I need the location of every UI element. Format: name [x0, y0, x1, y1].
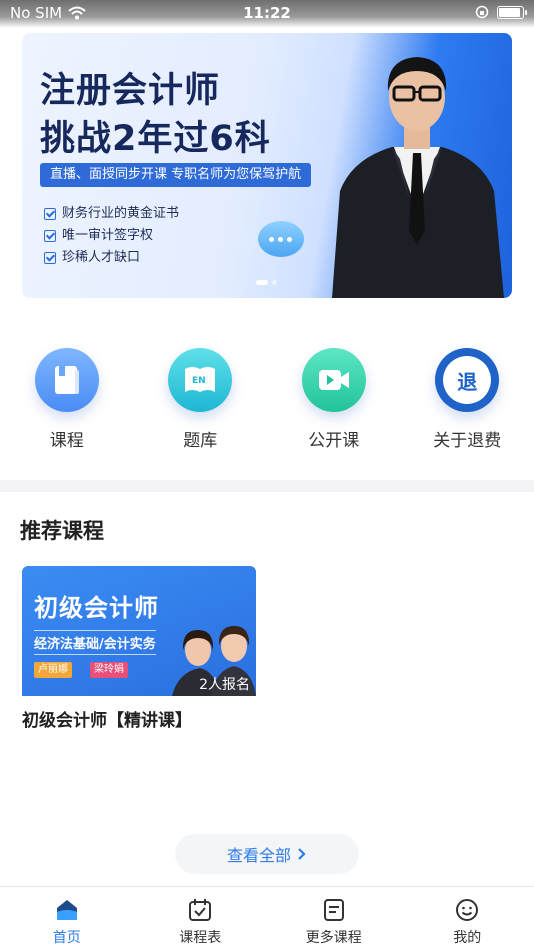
quick-nav-label: 关于退费 [433, 431, 502, 451]
course-thumbnail[interactable]: 初级会计师 经济法基础/会计实务 卢丽娜 梁玲娟 2人报名 [22, 566, 256, 696]
course-card[interactable]: 初级会计师 经济法基础/会计实务 卢丽娜 梁玲娟 2人报名 初级会计师【精讲课】 [22, 566, 256, 731]
tab-label: 首页 [52, 930, 81, 946]
banner-feature: 财务行业的黄金证书 [44, 203, 179, 225]
quick-nav-label: 题库 [183, 431, 218, 451]
svg-text:EN: EN [192, 376, 206, 386]
orientation-lock-icon [475, 5, 489, 19]
carousel-dots[interactable] [256, 280, 277, 285]
banner-features: 财务行业的黄金证书 唯一审计签字权 珍稀人才缺口 [44, 203, 179, 269]
tab-profile[interactable]: 我的 [401, 887, 534, 950]
battery-icon [497, 5, 527, 19]
tab-more-courses[interactable]: 更多课程 [267, 887, 401, 950]
checkbox-icon [44, 208, 56, 220]
teacher-tag: 卢丽娜 [34, 662, 72, 678]
banner-subtitle: 直播、面授同步开课 专职名师为您保驾护航 [40, 163, 312, 187]
tab-schedule[interactable]: 课程表 [134, 887, 268, 950]
refund-icon: 退 [435, 348, 500, 412]
clock: 11:22 [243, 4, 291, 22]
course-name[interactable]: 初级会计师【精讲课】 [22, 706, 256, 731]
banner-feature: 唯一审计签字权 [44, 225, 179, 247]
thumb-title: 初级会计师 [34, 594, 159, 622]
presenter-image [332, 57, 504, 298]
promo-banner[interactable]: 注册会计师 挑战2年过6科 直播、面授同步开课 专职名师为您保驾护航 财务行业的… [22, 33, 512, 298]
banner-title-line1: 注册会计师 [40, 71, 221, 111]
quick-nav-refund[interactable]: 退 关于退费 [401, 348, 534, 458]
quick-nav-open-class[interactable]: 公开课 [267, 348, 401, 458]
status-right [475, 5, 527, 19]
status-bar: No SIM 11:22 [0, 0, 534, 28]
quick-nav-courses[interactable]: 课程 [0, 348, 134, 458]
enrollment-count: 2人报名 [199, 677, 250, 693]
checkbox-icon [44, 230, 56, 242]
question-bank-icon: EN [168, 348, 233, 412]
checkbox-icon [44, 252, 56, 264]
section-title-recommended: 推荐课程 [20, 519, 104, 543]
view-all-button[interactable]: 查看全部 [175, 834, 359, 874]
video-icon [301, 348, 366, 412]
banner-feature: 珍稀人才缺口 [44, 247, 179, 269]
tab-label: 我的 [453, 930, 482, 946]
chevron-right-icon [298, 848, 306, 860]
tab-label: 更多课程 [305, 930, 362, 946]
chat-bubble-icon [258, 221, 304, 257]
quick-nav-question-bank[interactable]: EN 题库 [134, 348, 268, 458]
tab-home[interactable]: 首页 [0, 887, 134, 950]
quick-nav: 课程 EN 题库 公开课 退 关于退费 [0, 348, 534, 458]
teacher-tag: 梁玲娟 [90, 662, 128, 678]
tab-bar: 首页 课程表 更多课程 我的 [0, 886, 534, 950]
banner-title: 注册会计师 挑战2年过6科 [40, 67, 271, 163]
calendar-icon [189, 899, 212, 921]
courses-icon [323, 899, 344, 921]
quick-nav-label: 课程 [49, 431, 84, 451]
view-all-label: 查看全部 [226, 846, 291, 865]
profile-icon [456, 899, 479, 921]
book-icon [34, 348, 99, 412]
section-divider [0, 480, 534, 492]
home-icon [56, 900, 77, 920]
quick-nav-label: 公开课 [308, 431, 360, 451]
banner-title-line2: 挑战2年过6科 [40, 119, 271, 159]
tab-label: 课程表 [179, 930, 222, 946]
thumb-subtitle: 经济法基础/会计实务 [34, 630, 156, 655]
